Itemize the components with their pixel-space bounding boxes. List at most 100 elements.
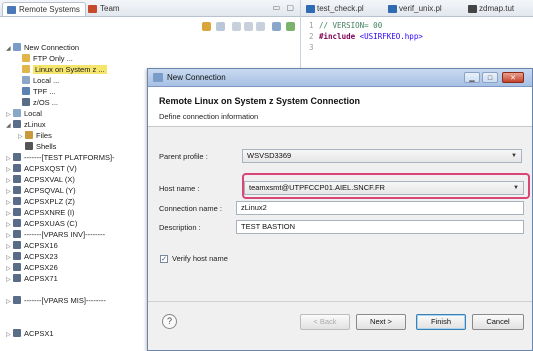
tree-item[interactable]: ▷ ACPSX1	[6, 328, 54, 339]
system-icon	[13, 230, 21, 238]
tree-item[interactable]: Local ...	[22, 75, 59, 86]
cancel-button[interactable]: Cancel	[472, 314, 524, 330]
new-connection-dialog: New Connection ▁ □ ✕ Remote Linux on Sys…	[147, 68, 533, 351]
perl-file-icon	[306, 5, 315, 13]
local-icon	[22, 76, 30, 84]
tree-item-selected[interactable]: Linux on System z ...	[22, 64, 107, 75]
collapse-all-icon[interactable]	[272, 22, 281, 31]
editor-tab[interactable]: zdmap.tut	[465, 2, 518, 16]
code-line: 1// VERSION= 00	[309, 21, 383, 30]
system-icon	[22, 98, 30, 106]
tree-item[interactable]: ▷ ACPSX26	[6, 262, 58, 273]
back-button[interactable]: < Back	[300, 314, 350, 330]
tree-item[interactable]: ▷ ACPSXVAL (X)	[6, 174, 75, 185]
system-icon	[13, 274, 21, 282]
connection-name-value: zLinux2	[241, 203, 267, 212]
tree-item[interactable]: z/OS ...	[22, 97, 58, 108]
system-icon	[13, 197, 21, 205]
tree-item[interactable]: ◢ New Connection	[6, 42, 79, 53]
tree-item[interactable]: ▷ ACPSX23	[6, 251, 58, 262]
tree-item[interactable]: ▷ ACPSX71	[6, 273, 58, 284]
chevron-down-icon: ▼	[511, 153, 517, 159]
tree-item[interactable]: ▷ ACPSXQST (V)	[6, 163, 77, 174]
connection-name-label: Connection name :	[159, 204, 222, 213]
tab-remote-systems[interactable]: Remote Systems	[2, 2, 86, 16]
folder-icon	[22, 65, 30, 73]
parent-profile-label: Parent profile :	[159, 152, 208, 161]
wizard-title: Remote Linux on System z System Connecti…	[159, 96, 361, 106]
tree-item[interactable]: ▷ -------[VPARS INV]--------	[6, 229, 105, 240]
system-icon	[13, 296, 21, 304]
dialog-footer: ? < Back Next > Finish Cancel	[148, 301, 532, 350]
tree-item[interactable]: ◢ zLinux	[6, 119, 46, 130]
file-icon	[468, 5, 477, 13]
perl-file-icon	[388, 5, 397, 13]
code-line: 2 #include <USIRFKEO.hpp>	[309, 32, 423, 41]
view-controls[interactable]: ▭ ▢	[273, 3, 296, 12]
view-toolbar	[160, 20, 300, 34]
home-icon[interactable]	[256, 22, 265, 31]
minimize-icon[interactable]: ▁	[464, 72, 480, 83]
connection-icon	[153, 73, 163, 82]
collapse-arrow-icon[interactable]: ◢	[6, 121, 13, 132]
new-connection-icon[interactable]	[202, 22, 211, 31]
tree-item[interactable]: ▷ ACPSQVAL (Y)	[6, 185, 76, 196]
wizard-subtitle: Define connection information	[159, 112, 259, 121]
maximize-icon[interactable]: □	[482, 72, 498, 83]
expand-arrow-icon[interactable]: ▷	[6, 330, 13, 341]
shells-icon	[25, 142, 33, 150]
dialog-title-bar[interactable]: New Connection ▁ □ ✕	[148, 69, 532, 87]
tree-item[interactable]: Shells	[25, 141, 56, 152]
system-icon	[13, 164, 21, 172]
folder-icon	[22, 54, 30, 62]
expand-arrow-icon[interactable]: ▷	[6, 275, 13, 286]
editor-tab[interactable]: test_check.pl	[303, 2, 368, 16]
tree-item[interactable]: ▷ Files	[18, 130, 52, 141]
system-icon	[13, 208, 21, 216]
view-tab-bar: Remote Systems Team ▭ ▢	[0, 0, 300, 17]
editor-tab[interactable]: verif_unix.pl	[385, 2, 446, 16]
editor-tab-label: test_check.pl	[317, 4, 364, 13]
system-icon	[13, 263, 21, 271]
description-value: TEST BASTION	[241, 222, 296, 231]
parent-profile-dropdown[interactable]: WSVSD3369 ▼	[242, 149, 522, 163]
system-icon	[13, 241, 21, 249]
system-icon	[13, 252, 21, 260]
next-button[interactable]: Next >	[356, 314, 406, 330]
tree-item[interactable]: ▷ -------[TEST PLATFORMS]-	[6, 152, 115, 163]
system-icon	[13, 120, 21, 128]
collapse-arrow-icon[interactable]: ◢	[6, 44, 13, 55]
tree-item[interactable]: ▷ ACPSXUAS (C)	[6, 218, 77, 229]
tree-item[interactable]: FTP Only ...	[22, 53, 73, 64]
system-icon	[13, 329, 21, 337]
back-arrow-icon[interactable]	[232, 22, 241, 31]
connection-name-field[interactable]: zLinux2	[236, 201, 524, 215]
tree-item[interactable]: ▷ ACPSXPLZ (Z)	[6, 196, 75, 207]
code-line: 3	[309, 43, 314, 52]
editor-tab-label: zdmap.tut	[479, 4, 515, 13]
tree-item[interactable]: TPF ...	[22, 86, 56, 97]
expand-arrow-icon[interactable]: ▷	[18, 132, 25, 143]
forward-arrow-icon[interactable]	[244, 22, 253, 31]
parent-profile-value: WSVSD3369	[247, 151, 292, 160]
expand-arrow-icon[interactable]: ▷	[6, 297, 13, 308]
code-content[interactable]: 1// VERSION= 00 2 #include <USIRFKEO.hpp>…	[309, 20, 423, 53]
remote-systems-icon	[7, 6, 16, 14]
tree-item[interactable]: ▷ ACPSX16	[6, 240, 58, 251]
close-icon[interactable]: ✕	[502, 72, 524, 83]
link-editor-icon[interactable]	[286, 22, 295, 31]
verify-host-checkbox[interactable]: ✓	[160, 255, 168, 263]
tree-item[interactable]: ▷ -------[VPARS MIS]--------	[6, 295, 106, 306]
refresh-icon[interactable]	[216, 22, 225, 31]
host-name-highlight	[242, 173, 530, 199]
tree-item[interactable]: ▷ ACPSXNRE (I)	[6, 207, 74, 218]
tab-team-label: Team	[100, 4, 120, 13]
files-icon	[25, 131, 33, 139]
host-name-label: Host name :	[159, 184, 200, 193]
tree-item[interactable]: ▷ Local	[6, 108, 42, 119]
tab-team[interactable]: Team	[84, 2, 125, 16]
finish-button[interactable]: Finish	[416, 314, 466, 330]
help-icon[interactable]: ?	[162, 314, 177, 329]
description-field[interactable]: TEST BASTION	[236, 220, 524, 234]
local-icon	[13, 109, 21, 117]
